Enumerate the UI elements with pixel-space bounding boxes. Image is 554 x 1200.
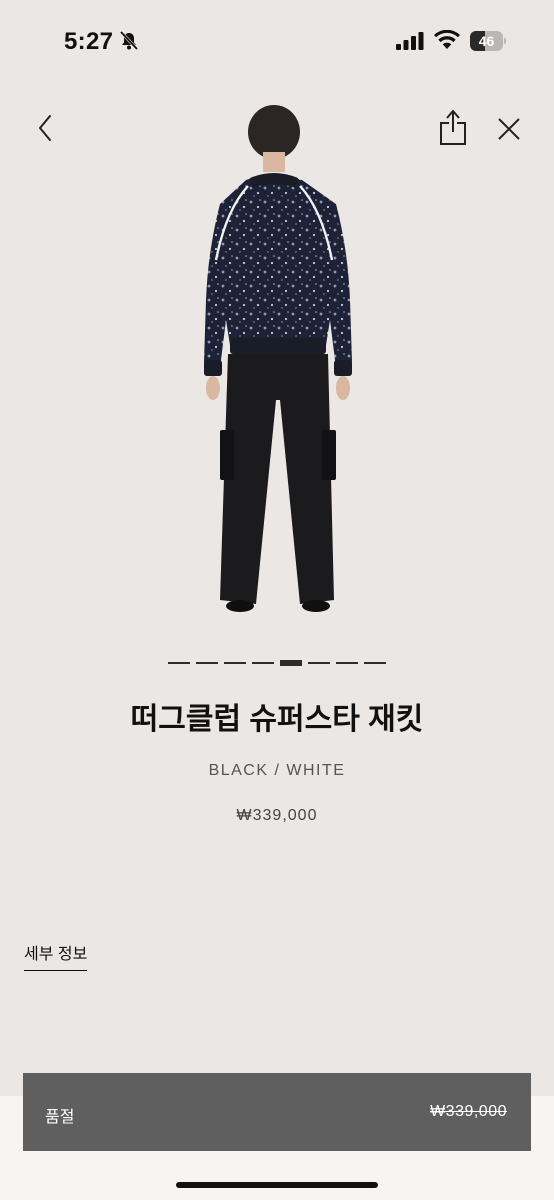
product-price: ₩339,000 [236,807,318,824]
signal-icon [396,32,424,50]
battery-level: 46 [478,33,495,49]
close-icon [498,118,520,140]
carousel-indicator[interactable] [0,658,554,668]
chevron-left-icon [39,115,51,141]
battery-icon: 46 [470,31,506,51]
soldout-label: 품절 [45,1109,75,1126]
carousel-dot[interactable] [196,662,218,664]
soldout-price: ₩339,000 [430,1103,507,1120]
status-bar: 5:27 46 [0,0,554,80]
product-image[interactable] [150,100,404,620]
wifi-icon [434,30,460,49]
back-button[interactable] [28,108,62,148]
tab-detail-info[interactable]: 세부 정보 [24,940,88,971]
carousel-dot[interactable] [364,662,386,664]
product-color: BLACK / WHITE [208,762,346,779]
carousel-dot[interactable] [280,660,302,666]
carousel-dot[interactable] [308,662,330,664]
carousel-dot[interactable] [252,662,274,664]
carousel-dot[interactable] [336,662,358,664]
status-time: 5:27 [64,28,114,55]
home-indicator [176,1182,378,1188]
share-button[interactable] [434,104,472,150]
share-icon [440,110,466,145]
bell-slash-icon [119,30,139,51]
carousel-dot[interactable] [168,662,190,664]
soldout-button[interactable]: 품절 ₩339,000 [23,1073,531,1151]
product-title: 떠그클럽 슈퍼스타 재킷 [130,703,424,736]
carousel-dot[interactable] [224,662,246,664]
close-button[interactable] [490,110,528,148]
